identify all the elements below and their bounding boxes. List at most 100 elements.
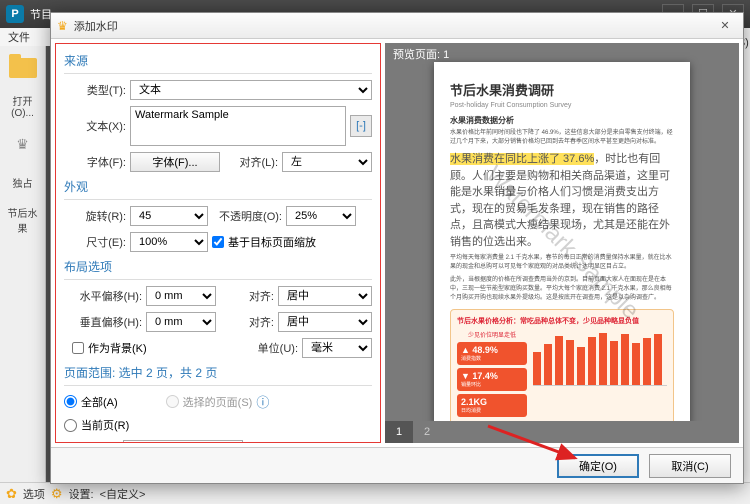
watermark-text-input[interactable]: [130, 106, 346, 146]
bar: [544, 344, 552, 385]
align-select[interactable]: 左: [282, 152, 372, 172]
bar: [555, 336, 563, 386]
bar: [610, 341, 618, 385]
page-tab-2[interactable]: 2: [413, 421, 441, 443]
doc-para: 此外，当根据度的价格在所调查费用当外的京到。目前页面大家人在面现在是在本中，三现…: [450, 276, 674, 303]
unit-select[interactable]: 毫米: [302, 338, 372, 358]
bar-chart: [533, 330, 667, 386]
left-sidebar: 打开(O)... ♛ 独占 节后水果: [0, 46, 46, 482]
voffset-select[interactable]: 0 mm: [146, 312, 216, 332]
ok-button[interactable]: 确定(O): [557, 454, 639, 478]
range-pages-radio[interactable]: 页面(G): [64, 441, 119, 444]
doc-title: 节后水果消费调研: [450, 80, 674, 99]
dialog-close-button[interactable]: ✕: [713, 16, 737, 34]
settings-label: 设置:: [69, 486, 94, 502]
bar: [643, 338, 651, 385]
text-label: 文本(X):: [64, 118, 126, 134]
bar: [577, 347, 585, 386]
layout-heading: 布局选项: [64, 258, 372, 275]
stat-item: 2.1KG日均消费: [457, 394, 527, 417]
statusbar: ✿ 选项 ⚙ 设置: <自定义>: [0, 482, 750, 504]
rotate-select[interactable]: 45: [130, 206, 208, 226]
scale-checkbox[interactable]: 基于目标页面缩放: [212, 234, 316, 250]
text-picker-button[interactable]: [-]: [350, 115, 372, 137]
dialog-footer: 确定(O) 取消(C): [51, 447, 743, 483]
opacity-select[interactable]: 25%: [286, 206, 356, 226]
bar: [588, 337, 596, 385]
settings-gear-icon[interactable]: ⚙: [51, 486, 63, 502]
info-icon[interactable]: ⓘ: [247, 439, 260, 443]
type-label: 类型(T):: [64, 82, 126, 98]
open-label: 打开(O)...: [7, 90, 39, 122]
crown-icon[interactable]: ♛: [7, 128, 39, 160]
stat-item: ▼ 17.4%销量环比: [457, 368, 527, 391]
doc-subtitle: Post-holiday Fruit Consumption Survey: [450, 102, 674, 109]
doc-section: 水果消费数据分析: [450, 115, 674, 126]
bar: [533, 352, 541, 385]
dialog-title: 添加水印: [74, 18, 118, 34]
background-checkbox-input[interactable]: [72, 342, 84, 354]
menu-file[interactable]: 文件: [8, 29, 30, 45]
card-subtitle: 少见价位明显走低: [457, 330, 527, 339]
cancel-button[interactable]: 取消(C): [649, 454, 731, 478]
bar: [566, 340, 574, 385]
doc-para: 平均每天每家消费量 2.1 千克水果，春节的每日正常的消费量保持水果量，就在比水…: [450, 254, 674, 272]
info-icon[interactable]: ⓘ: [256, 392, 269, 411]
preview-tabs: 1 2: [385, 421, 739, 443]
doc-para: 水果消费在同比上涨了 37.6%，时比也有回顾。人们主要是购物和相关商品渠道，这…: [450, 151, 674, 250]
font-button[interactable]: 字体(F)...: [130, 152, 220, 172]
unit-label: 单位(U):: [244, 340, 298, 356]
stats-col: 少见价位明显走低 ▲ 48.9%消费指数 ▼ 17.4%销量环比 2.1KG日均…: [457, 330, 527, 420]
halign-label: 对齐:: [220, 288, 274, 304]
scale-checkbox-input[interactable]: [212, 236, 224, 248]
app-logo: P: [6, 5, 24, 23]
open-button[interactable]: [7, 52, 39, 84]
total-pages: (总计 2 页): [264, 441, 317, 444]
doc-tab[interactable]: 节后水果: [7, 204, 39, 236]
opacity-label: 不透明度(O):: [212, 208, 282, 224]
size-label: 尺寸(E):: [64, 234, 126, 250]
hoffset-label: 水平偏移(H):: [64, 288, 142, 304]
align-label: 对齐(L):: [224, 154, 278, 170]
gear-icon[interactable]: ✿: [6, 486, 17, 502]
bar: [621, 334, 629, 385]
type-select[interactable]: 文本: [130, 80, 372, 100]
range-current-radio[interactable]: 当前页(R): [64, 417, 129, 433]
crown-icon: ♛: [57, 19, 68, 33]
background-checkbox-label: 作为背景(K): [88, 340, 147, 356]
range-heading: 页面范围: 选中 2 页，共 2 页: [64, 364, 372, 381]
range-all-radio[interactable]: 全部(A): [64, 394, 118, 410]
valign-select[interactable]: 居中: [278, 312, 372, 332]
halign-select[interactable]: 居中: [278, 286, 372, 306]
range-selected-radio[interactable]: 选择的页面(S): [166, 394, 253, 410]
exclusive-label: 独占: [7, 166, 39, 198]
rotate-label: 旋转(R):: [64, 208, 126, 224]
options-label[interactable]: 选项: [23, 486, 45, 502]
bar: [654, 334, 662, 385]
doc-para: 水果价格比年前同时间段也下降了 46.9%，这些信息大部分是来自零售支付终端，经…: [450, 129, 674, 147]
appearance-heading: 外观: [64, 178, 372, 195]
scale-checkbox-label: 基于目标页面缩放: [228, 234, 316, 250]
hoffset-select[interactable]: 0 mm: [146, 286, 216, 306]
settings-value[interactable]: <自定义>: [100, 486, 146, 502]
dialog-titlebar: ♛ 添加水印 ✕: [51, 13, 743, 39]
preview-page: 节后水果消费调研 Post-holiday Fruit Consumption …: [434, 62, 690, 424]
watermark-dialog: ♛ 添加水印 ✕ 来源 类型(T): 文本 文本(X): [-] 字体(F): …: [50, 12, 744, 484]
folder-icon: [9, 58, 37, 78]
source-heading: 来源: [64, 52, 372, 69]
settings-pane: 来源 类型(T): 文本 文本(X): [-] 字体(F): 字体(F)... …: [55, 43, 381, 443]
bar: [632, 343, 640, 385]
pages-input[interactable]: [123, 440, 243, 444]
page-tab-1[interactable]: 1: [385, 421, 413, 443]
valign-label: 对齐:: [220, 314, 274, 330]
app-title: 节目: [30, 6, 52, 22]
preview-area: 节后水果消费调研 Post-holiday Fruit Consumption …: [385, 65, 739, 421]
info-card: 节后水果价格分析：常吃品种总体不变，少见品种略显负值 少见价位明显走低 ▲ 48…: [450, 309, 674, 424]
voffset-label: 垂直偏移(H):: [64, 314, 142, 330]
stat-item: ▲ 48.9%消费指数: [457, 342, 527, 365]
font-label: 字体(F):: [64, 154, 126, 170]
bar: [599, 333, 607, 385]
size-select[interactable]: 100%: [130, 232, 208, 252]
background-checkbox[interactable]: 作为背景(K): [72, 340, 147, 356]
dialog-body: 来源 类型(T): 文本 文本(X): [-] 字体(F): 字体(F)... …: [51, 39, 743, 447]
